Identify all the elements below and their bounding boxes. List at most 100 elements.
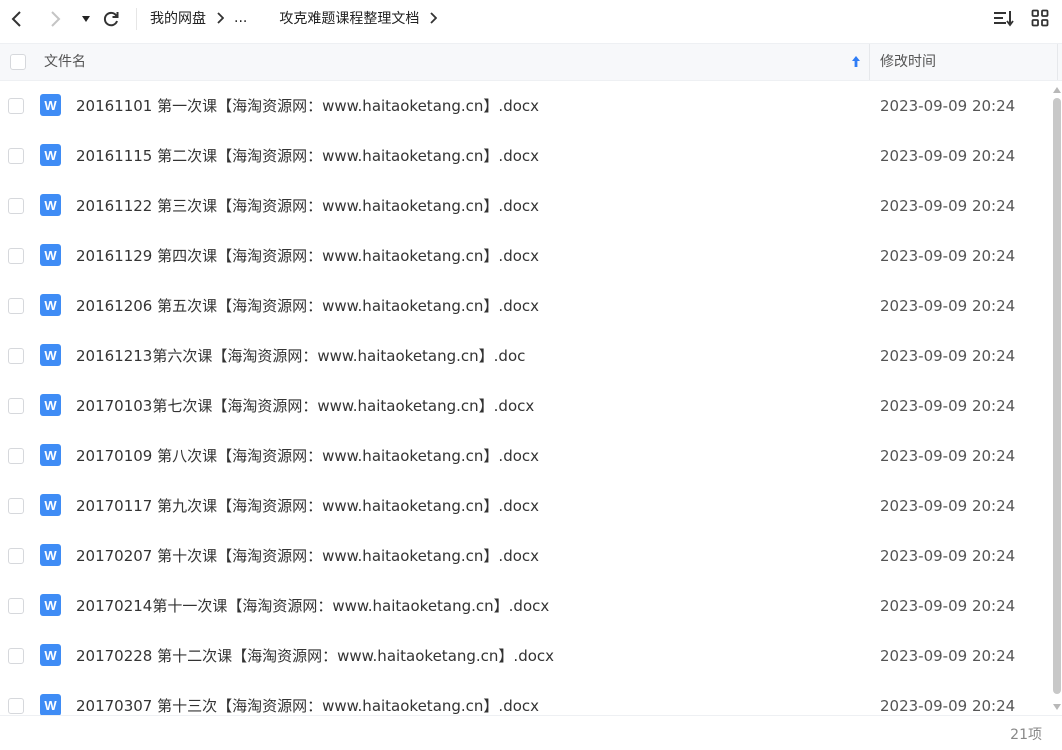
breadcrumb-root[interactable]: 我的网盘	[150, 8, 206, 28]
file-row[interactable]: W 20161206 第五次课【海淘资源网：www.haitaoketang.cn…	[0, 281, 1050, 331]
breadcrumb-separator-icon	[216, 12, 224, 24]
file-modified-time: 2023-09-09 20:24	[880, 647, 1016, 665]
file-row-checkbox[interactable]	[8, 648, 24, 664]
word-document-icon: W	[40, 244, 61, 266]
vertical-scrollbar[interactable]	[1050, 86, 1062, 714]
list-header: 文件名 修改时间	[0, 43, 1062, 81]
word-document-icon: W	[40, 94, 61, 116]
column-divider[interactable]	[869, 44, 870, 80]
word-document-icon: W	[40, 444, 61, 466]
sort-ascending-icon[interactable]	[850, 54, 864, 70]
column-header-modified-time[interactable]: 修改时间	[880, 44, 936, 80]
breadcrumb-ellipsis[interactable]: ...	[234, 10, 247, 26]
file-modified-time: 2023-09-09 20:24	[880, 297, 1016, 315]
file-name[interactable]: 20170109 第八次课【海淘资源网：www.haitaoketang.cn】…	[76, 431, 539, 481]
back-button[interactable]	[4, 6, 30, 32]
file-row-checkbox[interactable]	[8, 148, 24, 164]
scroll-up-arrow-icon[interactable]	[1053, 87, 1061, 93]
column-header-name[interactable]: 文件名	[44, 44, 86, 80]
toolbar: 我的网盘 ... 攻克难题课程整理文档	[0, 0, 1062, 40]
file-name[interactable]: 20161206 第五次课【海淘资源网：www.haitaoketang.cn】…	[76, 281, 539, 331]
sort-button[interactable]	[992, 6, 1016, 30]
chevron-left-icon	[11, 11, 21, 27]
grid-view-icon	[1031, 9, 1049, 27]
file-name[interactable]: 20170117 第九次课【海淘资源网：www.haitaoketang.cn】…	[76, 481, 539, 531]
breadcrumb-separator-icon	[261, 12, 269, 24]
scroll-thumb[interactable]	[1053, 98, 1061, 694]
file-name[interactable]: 20161101 第一次课【海淘资源网：www.haitaoketang.cn】…	[76, 81, 539, 131]
column-divider[interactable]	[1057, 44, 1058, 80]
file-row-checkbox[interactable]	[8, 498, 24, 514]
breadcrumb-current[interactable]: 攻克难题课程整理文档	[279, 8, 419, 28]
file-row[interactable]: W 20161122 第三次课【海淘资源网：www.haitaoketang.cn…	[0, 181, 1050, 231]
refresh-icon	[103, 11, 119, 27]
file-row[interactable]: W 20161115 第二次课【海淘资源网：www.haitaoketang.cn…	[0, 131, 1050, 181]
file-row-checkbox[interactable]	[8, 598, 24, 614]
word-document-icon: W	[40, 544, 61, 566]
file-name[interactable]: 20170228 第十二次课【海淘资源网：www.haitaoketang.cn…	[76, 631, 554, 681]
file-name[interactable]: 20170207 第十次课【海淘资源网：www.haitaoketang.cn】…	[76, 531, 539, 581]
caret-down-icon	[82, 16, 90, 22]
file-row-checkbox[interactable]	[8, 198, 24, 214]
chevron-right-icon	[51, 11, 61, 27]
file-row[interactable]: W 20170109 第八次课【海淘资源网：www.haitaoketang.cn…	[0, 431, 1050, 481]
file-modified-time: 2023-09-09 20:24	[880, 697, 1016, 715]
file-name[interactable]: 20170103第七次课【海淘资源网：www.haitaoketang.cn】.…	[76, 381, 534, 431]
status-bar: 21项	[0, 715, 1062, 750]
file-row-checkbox[interactable]	[8, 248, 24, 264]
word-document-icon: W	[40, 494, 61, 516]
file-modified-time: 2023-09-09 20:24	[880, 597, 1016, 615]
file-row-checkbox[interactable]	[8, 448, 24, 464]
file-row[interactable]: W 20170307 第十三次【海淘资源网：www.haitaoketang.cn…	[0, 681, 1050, 715]
file-name[interactable]: 20161115 第二次课【海淘资源网：www.haitaoketang.cn】…	[76, 131, 539, 181]
sort-list-icon	[994, 11, 1014, 27]
file-modified-time: 2023-09-09 20:24	[880, 147, 1016, 165]
file-modified-time: 2023-09-09 20:24	[880, 397, 1016, 415]
breadcrumb: 我的网盘 ... 攻克难题课程整理文档	[150, 0, 447, 36]
file-row-checkbox[interactable]	[8, 548, 24, 564]
file-row-checkbox[interactable]	[8, 348, 24, 364]
breadcrumb-separator-icon	[429, 12, 438, 24]
file-modified-time: 2023-09-09 20:24	[880, 547, 1016, 565]
word-document-icon: W	[40, 394, 61, 416]
word-document-icon: W	[40, 144, 61, 166]
file-row[interactable]: W 20170103第七次课【海淘资源网：www.haitaoketang.cn】…	[0, 381, 1050, 431]
file-modified-time: 2023-09-09 20:24	[880, 497, 1016, 515]
forward-button[interactable]	[42, 6, 68, 32]
file-row-checkbox[interactable]	[8, 398, 24, 414]
file-modified-time: 2023-09-09 20:24	[880, 197, 1016, 215]
select-all-checkbox[interactable]	[10, 54, 26, 70]
file-name[interactable]: 20161213第六次课【海淘资源网：www.haitaoketang.cn】.…	[76, 331, 525, 381]
word-document-icon: W	[40, 594, 61, 616]
file-name[interactable]: 20170214第十一次课【海淘资源网：www.haitaoketang.cn】…	[76, 581, 549, 631]
grid-view-button[interactable]	[1028, 6, 1052, 30]
file-modified-time: 2023-09-09 20:24	[880, 247, 1016, 265]
file-row[interactable]: W 20170214第十一次课【海淘资源网：www.haitaoketang.cn…	[0, 581, 1050, 631]
refresh-button[interactable]	[98, 6, 124, 32]
file-name[interactable]: 20161129 第四次课【海淘资源网：www.haitaoketang.cn】…	[76, 231, 539, 281]
file-row-checkbox[interactable]	[8, 98, 24, 114]
toolbar-divider	[136, 8, 137, 30]
history-dropdown-button[interactable]	[73, 6, 99, 32]
file-row[interactable]: W 20161129 第四次课【海淘资源网：www.haitaoketang.cn…	[0, 231, 1050, 281]
file-row-checkbox[interactable]	[8, 298, 24, 314]
file-modified-time: 2023-09-09 20:24	[880, 347, 1016, 365]
file-list: W 20161101 第一次课【海淘资源网：www.haitaoketang.cn…	[0, 81, 1050, 715]
file-row[interactable]: W 20170117 第九次课【海淘资源网：www.haitaoketang.cn…	[0, 481, 1050, 531]
item-count: 21项	[1010, 727, 1042, 743]
view-controls	[992, 6, 1052, 30]
file-row[interactable]: W 20170228 第十二次课【海淘资源网：www.haitaoketang.c…	[0, 631, 1050, 681]
word-document-icon: W	[40, 694, 61, 715]
file-row[interactable]: W 20161213第六次课【海淘资源网：www.haitaoketang.cn】…	[0, 331, 1050, 381]
word-document-icon: W	[40, 644, 61, 666]
word-document-icon: W	[40, 194, 61, 216]
word-document-icon: W	[40, 294, 61, 316]
file-row[interactable]: W 20161101 第一次课【海淘资源网：www.haitaoketang.cn…	[0, 81, 1050, 131]
file-modified-time: 2023-09-09 20:24	[880, 97, 1016, 115]
scroll-down-arrow-icon[interactable]	[1053, 704, 1061, 710]
file-row[interactable]: W 20170207 第十次课【海淘资源网：www.haitaoketang.cn…	[0, 531, 1050, 581]
word-document-icon: W	[40, 344, 61, 366]
file-name[interactable]: 20170307 第十三次【海淘资源网：www.haitaoketang.cn】…	[76, 681, 539, 715]
file-name[interactable]: 20161122 第三次课【海淘资源网：www.haitaoketang.cn】…	[76, 181, 539, 231]
file-row-checkbox[interactable]	[8, 698, 24, 714]
